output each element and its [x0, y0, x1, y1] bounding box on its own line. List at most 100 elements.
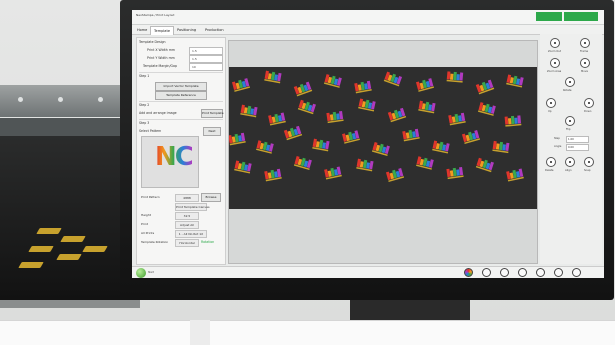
import-icon[interactable] — [500, 268, 509, 277]
nc-logo-print[interactable] — [324, 166, 342, 180]
step-field[interactable]: 1.00 — [566, 136, 589, 143]
nc-logo-print[interactable] — [448, 112, 466, 126]
next-button[interactable]: Next — [203, 127, 221, 136]
nc-logo-print[interactable] — [342, 130, 360, 144]
nc-logo-print[interactable] — [432, 140, 450, 154]
nc-logo-print[interactable] — [358, 98, 376, 112]
nc-logo-print[interactable] — [387, 107, 407, 123]
align-icon[interactable] — [565, 157, 575, 167]
nc-logo-print[interactable] — [446, 71, 464, 83]
nc-logo-print[interactable] — [256, 140, 274, 154]
tab-positioning[interactable]: Positioning — [174, 26, 199, 34]
export-icon[interactable] — [536, 268, 545, 277]
print-value[interactable]: Adjust All — [175, 221, 199, 229]
color-wheel-icon[interactable] — [464, 268, 473, 277]
nc-logo-print[interactable] — [326, 110, 344, 124]
down-icon[interactable] — [584, 98, 594, 108]
nc-logo-print[interactable] — [371, 141, 390, 157]
move-icon[interactable] — [580, 58, 590, 68]
print-y-field[interactable]: 1.5 — [189, 55, 223, 63]
print-pattern-value[interactable]: 4888 — [175, 194, 199, 202]
tool-label: Move — [581, 70, 588, 73]
nc-logo-print[interactable] — [264, 168, 282, 182]
nc-logo-print[interactable] — [416, 156, 434, 170]
template-canvas-value[interactable]: Print Template Canvas — [175, 203, 210, 211]
flip-icon[interactable] — [565, 116, 575, 126]
nc-logo-print[interactable] — [234, 160, 252, 174]
window-status-button-2[interactable] — [564, 12, 598, 21]
logo-stroke — [369, 160, 374, 170]
snap-icon[interactable] — [584, 157, 594, 167]
nc-logo-print[interactable] — [461, 130, 481, 145]
nc-logo-print[interactable] — [229, 132, 246, 146]
tool-label: Down — [584, 110, 592, 113]
nc-logo-print[interactable] — [293, 155, 312, 171]
nc-logo-print[interactable] — [383, 71, 403, 87]
nc-logo-print[interactable] — [477, 102, 496, 116]
zoom-area-icon[interactable] — [550, 58, 560, 68]
nc-logo-print[interactable] — [268, 112, 286, 126]
rotate-icon[interactable] — [565, 77, 575, 87]
app-screen: NeoStampa / Print Layout Home Template P… — [132, 10, 604, 278]
nc-logo-print[interactable] — [506, 74, 524, 88]
start-orb-icon[interactable] — [136, 268, 146, 278]
nc-logo-print[interactable] — [297, 99, 316, 115]
nc-logo-print[interactable] — [446, 166, 464, 180]
nc-logo-print[interactable] — [475, 79, 495, 95]
divider — [139, 101, 223, 102]
nc-logo-print[interactable] — [354, 80, 372, 94]
workspace-icon[interactable] — [518, 268, 527, 277]
tab-template[interactable]: Template — [150, 26, 174, 35]
import-template-button[interactable]: Import Vector Template — [155, 82, 207, 91]
logo-stroke — [519, 77, 524, 86]
nc-logo-print[interactable] — [356, 158, 374, 172]
margin-field[interactable]: 10 — [189, 63, 223, 71]
logo-stroke — [336, 113, 340, 120]
nc-logo-print[interactable] — [240, 104, 258, 118]
nc-logo-print[interactable] — [475, 157, 494, 173]
nc-logo-print[interactable] — [283, 125, 303, 141]
section-template-design: Template Design — [139, 40, 166, 44]
print-x-field[interactable]: 1.5 — [189, 47, 223, 55]
nc-logo-print[interactable] — [385, 168, 405, 183]
tab-production[interactable]: Production — [202, 26, 227, 34]
browse-button[interactable]: Browse — [201, 193, 221, 202]
template-reference-button[interactable]: Template Reference — [155, 91, 207, 100]
height-value[interactable]: 32.5 — [175, 212, 199, 220]
frame-icon[interactable] — [580, 38, 590, 48]
nc-logo-print[interactable] — [504, 115, 522, 127]
nc-logo-print[interactable] — [492, 140, 510, 154]
layout-canvas[interactable] — [228, 40, 538, 264]
zoom-out-icon[interactable] — [550, 38, 560, 48]
rotation-link[interactable]: Rotation — [201, 240, 214, 244]
logo-stroke — [371, 101, 376, 110]
nc-logo-print[interactable] — [231, 78, 251, 92]
up-icon[interactable] — [546, 98, 556, 108]
tool-label: Flip — [566, 128, 571, 131]
logo-stroke — [456, 74, 460, 81]
nc-logo-print[interactable] — [323, 74, 342, 88]
nc-logo-print[interactable] — [402, 128, 420, 142]
print-icon[interactable] — [572, 268, 581, 277]
angle-field[interactable]: 0.00 — [566, 144, 589, 151]
nc-logo-print[interactable] — [264, 70, 282, 84]
all-prints-value[interactable]: 1 - All No Rot 1X — [175, 230, 207, 238]
logo-stroke — [445, 143, 450, 152]
template-rotation-value[interactable]: Horizontal — [175, 239, 199, 247]
nc-logo-print[interactable] — [415, 78, 435, 92]
tool-label: Delete — [545, 169, 554, 172]
tool-label: Snap — [584, 169, 591, 172]
delete-icon[interactable] — [546, 157, 556, 167]
print-template-button[interactable]: Print Template — [201, 109, 224, 118]
tool-label: Frame — [580, 50, 589, 53]
nc-logo-print[interactable] — [312, 138, 330, 152]
tab-home[interactable]: Home — [134, 26, 150, 34]
printer-bed-edge — [0, 300, 140, 308]
window-status-button[interactable] — [536, 12, 562, 21]
nc-logo-print[interactable] — [293, 81, 313, 97]
row-label: Print X Width mm — [147, 48, 176, 52]
resources-icon[interactable] — [554, 268, 563, 277]
template-icon[interactable] — [482, 268, 491, 277]
nc-logo-print[interactable] — [506, 168, 524, 182]
nc-logo-print[interactable] — [418, 100, 436, 114]
